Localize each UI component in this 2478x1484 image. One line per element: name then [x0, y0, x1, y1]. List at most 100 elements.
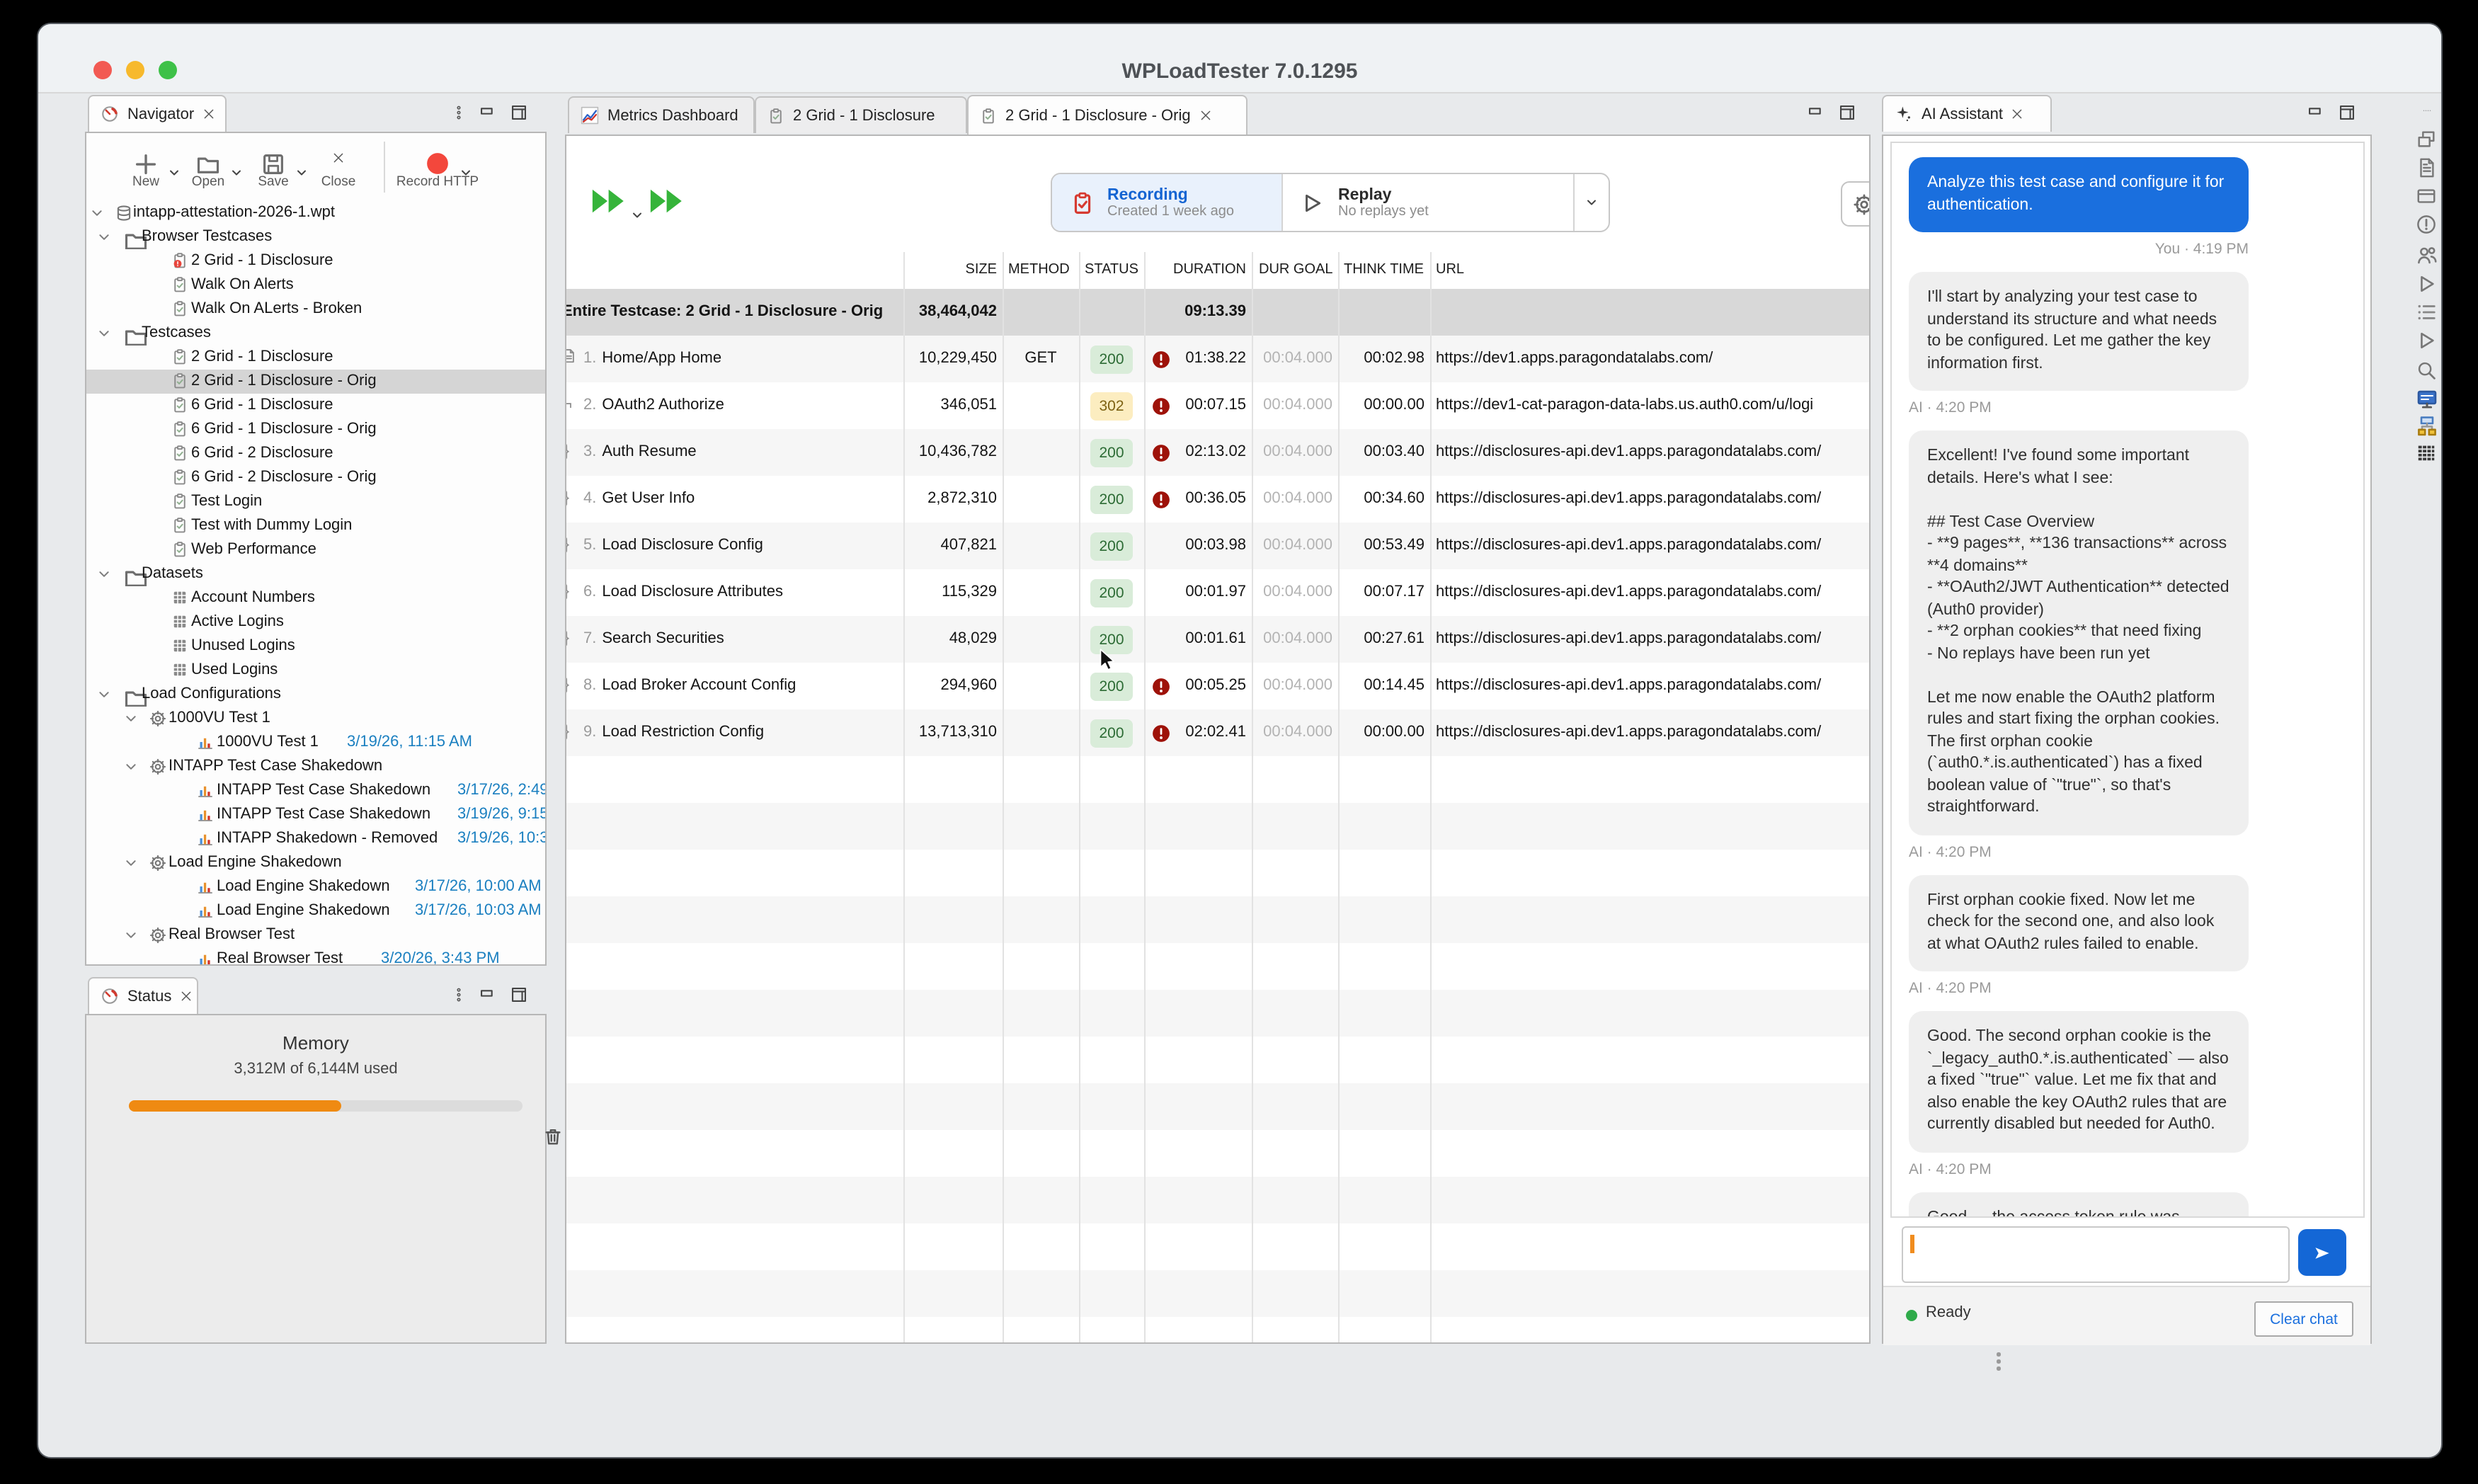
- tree-item-unused-logins[interactable]: Unused Logins: [86, 634, 545, 658]
- rail-card-icon[interactable]: [2416, 186, 2437, 207]
- tree-item-1000vu-test-1[interactable]: 1000VU Test 13/19/26, 11:15 AM: [86, 731, 545, 755]
- tree-item-browser-testcases[interactable]: Browser Testcases: [86, 225, 545, 249]
- kebab-icon[interactable]: [452, 986, 466, 1004]
- table-row[interactable]: }7.Search Securities48,02920000:01.6100:…: [566, 616, 1869, 663]
- chevron-icon[interactable]: [98, 568, 110, 581]
- table-row[interactable]: }6.Load Disclosure Attributes115,3292000…: [566, 569, 1869, 616]
- toolbar-button-record-http[interactable]: Record HTTP: [395, 136, 480, 198]
- table-row[interactable]: }9.Load Restriction Config13,713,3102000…: [566, 709, 1869, 756]
- table-row[interactable]: }4.Get User Info2,872,31020000:36.0500:0…: [566, 476, 1869, 523]
- tree-item-datasets[interactable]: Datasets: [86, 562, 545, 586]
- chevron-icon[interactable]: [98, 231, 110, 244]
- tree-item-load-engine-shakedown[interactable]: Load Engine Shakedown: [86, 851, 545, 875]
- tree-item-used-logins[interactable]: Used Logins: [86, 658, 545, 683]
- table-row[interactable]: }8.Load Broker Account Config294,9602000…: [566, 663, 1869, 709]
- tree-item-2-grid-1-disclosure-orig[interactable]: 2 Grid - 1 Disclosure - Orig: [86, 370, 545, 394]
- column-header-think-time[interactable]: THINK TIME: [1344, 262, 1424, 278]
- rail-report-icon[interactable]: [2416, 157, 2437, 178]
- minimize-icon[interactable]: [1807, 103, 1825, 122]
- tree-item-intapp-test-case-shakedown[interactable]: INTAPP Test Case Shakedown3/17/26, 2:49 …: [86, 779, 545, 803]
- tab-ai-assistant[interactable]: AI Assistant: [1882, 95, 2052, 132]
- tree-item-load-configurations[interactable]: Load Configurations: [86, 683, 545, 707]
- maximize-icon[interactable]: [510, 103, 528, 122]
- tree-item-real-browser-test[interactable]: Real Browser Test: [86, 923, 545, 947]
- tree-item-6-grid-1-disclosure-orig[interactable]: 6 Grid - 1 Disclosure - Orig: [86, 418, 545, 442]
- tree-item-6-grid-2-disclosure-orig[interactable]: 6 Grid - 2 Disclosure - Orig: [86, 466, 545, 490]
- chevron-icon[interactable]: [125, 857, 137, 869]
- tab-status[interactable]: Status: [88, 977, 198, 1014]
- rail-monitor-icon[interactable]: [2416, 388, 2438, 411]
- clear-chat-button[interactable]: Clear chat: [2254, 1301, 2353, 1337]
- tree-item-walk-on-alerts[interactable]: Walk On Alerts: [86, 273, 545, 297]
- tree-item-test-with-dummy-login[interactable]: Test with Dummy Login: [86, 514, 545, 538]
- close-icon[interactable]: [202, 108, 215, 120]
- rail-play-icon[interactable]: [2416, 330, 2437, 351]
- maximize-icon[interactable]: [1838, 103, 1856, 122]
- tab-navigator[interactable]: Navigator: [88, 95, 227, 132]
- chat-input[interactable]: [1902, 1226, 2290, 1283]
- tree-item-1000vu-test-1[interactable]: 1000VU Test 1: [86, 707, 545, 731]
- rail-play-icon[interactable]: [2416, 273, 2437, 295]
- minimize-icon[interactable]: [479, 103, 497, 122]
- table-row[interactable]: ¬2.OAuth2 Authorize346,05130200:07.1500:…: [566, 382, 1869, 429]
- minimize-icon[interactable]: [479, 986, 497, 1004]
- chevron-icon[interactable]: [125, 760, 137, 773]
- tree-item-6-grid-1-disclosure[interactable]: 6 Grid - 1 Disclosure: [86, 394, 545, 418]
- fast-forward-icon[interactable]: [589, 183, 626, 219]
- settings-button[interactable]: [1841, 181, 1871, 227]
- rail-users-icon[interactable]: [2416, 244, 2438, 266]
- tree-item-real-browser-test[interactable]: Real Browser Test3/20/26, 3:43 PM: [86, 947, 545, 966]
- chevron-icon[interactable]: [98, 688, 110, 701]
- tree-item-active-logins[interactable]: Active Logins: [86, 610, 545, 634]
- tree-item-load-engine-shakedown[interactable]: Load Engine Shakedown3/17/26, 10:03 AM: [86, 899, 545, 923]
- chevron-icon[interactable]: [125, 712, 137, 725]
- tree-item-testcases[interactable]: Testcases: [86, 321, 545, 346]
- replay-dropdown-button[interactable]: [1573, 174, 1609, 231]
- tree-item-timestamp: 3/17/26, 10:00 AM: [415, 878, 542, 895]
- rail-data-grid-icon[interactable]: [2416, 442, 2437, 463]
- rail-search-icon[interactable]: [2416, 360, 2437, 381]
- chevron-icon[interactable]: [98, 327, 110, 340]
- kebab-icon[interactable]: [452, 103, 466, 122]
- table-row[interactable]: 1.Home/App Home10,229,450GET20001:38.220…: [566, 336, 1869, 382]
- close-icon[interactable]: [2011, 108, 2024, 120]
- tree-item-walk-on-alerts-broken[interactable]: Walk On ALerts - Broken: [86, 297, 545, 321]
- tree-item-load-engine-shakedown[interactable]: Load Engine Shakedown3/17/26, 10:00 AM: [86, 875, 545, 899]
- rail-list-icon[interactable]: [2416, 302, 2437, 323]
- maximize-icon[interactable]: [510, 986, 528, 1004]
- close-icon[interactable]: [180, 990, 193, 1003]
- caret-down-icon[interactable]: [632, 210, 643, 221]
- close-icon[interactable]: [1199, 109, 1212, 122]
- tree-item-test-login[interactable]: Test Login: [86, 490, 545, 514]
- rail-sitemap-icon[interactable]: [2416, 415, 2438, 438]
- tree-item-2-grid-1-disclosure[interactable]: 2 Grid - 1 Disclosure: [86, 346, 545, 370]
- tree-item-intapp-test-case-shakedown[interactable]: INTAPP Test Case Shakedown: [86, 755, 545, 779]
- tree-item-web-performance[interactable]: Web Performance: [86, 538, 545, 562]
- tree-item-intapp-shakedown-removed[interactable]: INTAPP Shakedown - Removed3/19/26, 10:32…: [86, 827, 545, 851]
- table-row[interactable]: }3.Auth Resume10,436,78220002:13.0200:04…: [566, 429, 1869, 476]
- send-button[interactable]: [2298, 1229, 2346, 1276]
- column-header-dur-goal[interactable]: DUR GOAL: [1259, 262, 1332, 278]
- grip-dots-icon[interactable]: [2416, 109, 2438, 118]
- replay-mode-segment[interactable]: Replay No replays yet: [1281, 174, 1573, 231]
- editor-tab-2[interactable]: 2 Grid - 1 Disclosure: [755, 96, 967, 133]
- fast-forward-icon[interactable]: [647, 183, 684, 219]
- recording-mode-segment[interactable]: Recording Created 1 week ago: [1052, 174, 1281, 231]
- chevron-icon[interactable]: [91, 207, 103, 219]
- minimize-icon[interactable]: [2307, 103, 2325, 122]
- tree-item-6-grid-2-disclosure[interactable]: 6 Grid - 2 Disclosure: [86, 442, 545, 466]
- rail-restore-icon[interactable]: [2416, 129, 2437, 150]
- editor-tab-1[interactable]: Metrics Dashboard: [568, 96, 755, 133]
- maximize-icon[interactable]: [2338, 103, 2356, 122]
- tree-item-intapp-test-case-shakedown[interactable]: INTAPP Test Case Shakedown3/19/26, 9:15 …: [86, 803, 545, 827]
- editor-tab-3[interactable]: 2 Grid - 1 Disclosure - Orig: [967, 95, 1247, 135]
- trash-icon[interactable]: [542, 1126, 564, 1147]
- chevron-icon[interactable]: [125, 929, 137, 942]
- rail-alert-circle-icon[interactable]: [2416, 214, 2437, 235]
- table-row[interactable]: }5.Load Disclosure Config407,82120000:03…: [566, 523, 1869, 569]
- column-header-duration[interactable]: DURATION: [566, 262, 1246, 278]
- tree-item-account-numbers[interactable]: Account Numbers: [86, 586, 545, 610]
- tree-item-2-grid-1-disclosure[interactable]: 2 Grid - 1 Disclosure: [86, 249, 545, 273]
- tree-item-intapp-attestation-2026-1-wpt[interactable]: intapp-attestation-2026-1.wpt: [86, 201, 545, 225]
- column-header-url[interactable]: URL: [1436, 262, 1464, 278]
